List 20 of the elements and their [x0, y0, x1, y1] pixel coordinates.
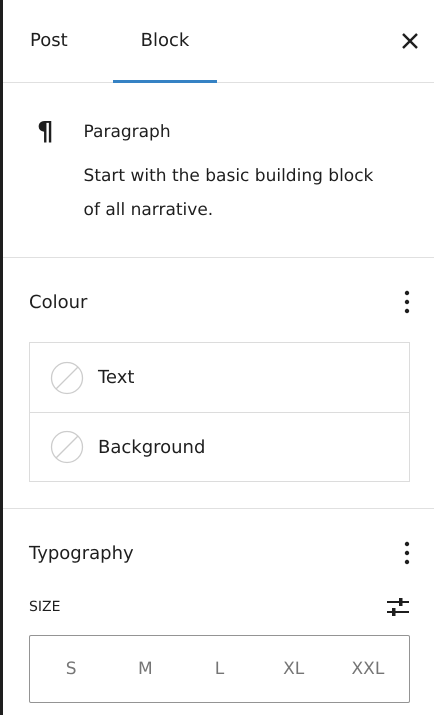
block-description: Start with the basic building block of all narrative. [84, 165, 374, 222]
empty-swatch-icon [50, 430, 84, 464]
size-option[interactable]: XXL [330, 636, 406, 702]
block-icon: ¶ [37, 117, 54, 147]
more-options-icon[interactable] [404, 541, 410, 565]
size-option[interactable]: XL [256, 636, 331, 702]
colour-item[interactable]: Background [30, 412, 409, 481]
size-label: SIZE [29, 599, 60, 615]
panel-title: Typography [29, 542, 134, 564]
sliders-icon[interactable] [386, 597, 410, 617]
more-options-icon[interactable] [404, 290, 410, 314]
size-option[interactable]: M [108, 636, 182, 702]
tab[interactable]: Post [13, 0, 85, 83]
empty-swatch-icon [50, 360, 84, 394]
size-option[interactable]: L [182, 636, 257, 702]
colour-item[interactable]: Text [30, 343, 409, 412]
size-option[interactable]: S [34, 636, 108, 702]
block-title: Paragraph [84, 121, 172, 144]
tab[interactable]: Block [112, 0, 218, 83]
panel-title: Colour [29, 292, 88, 312]
